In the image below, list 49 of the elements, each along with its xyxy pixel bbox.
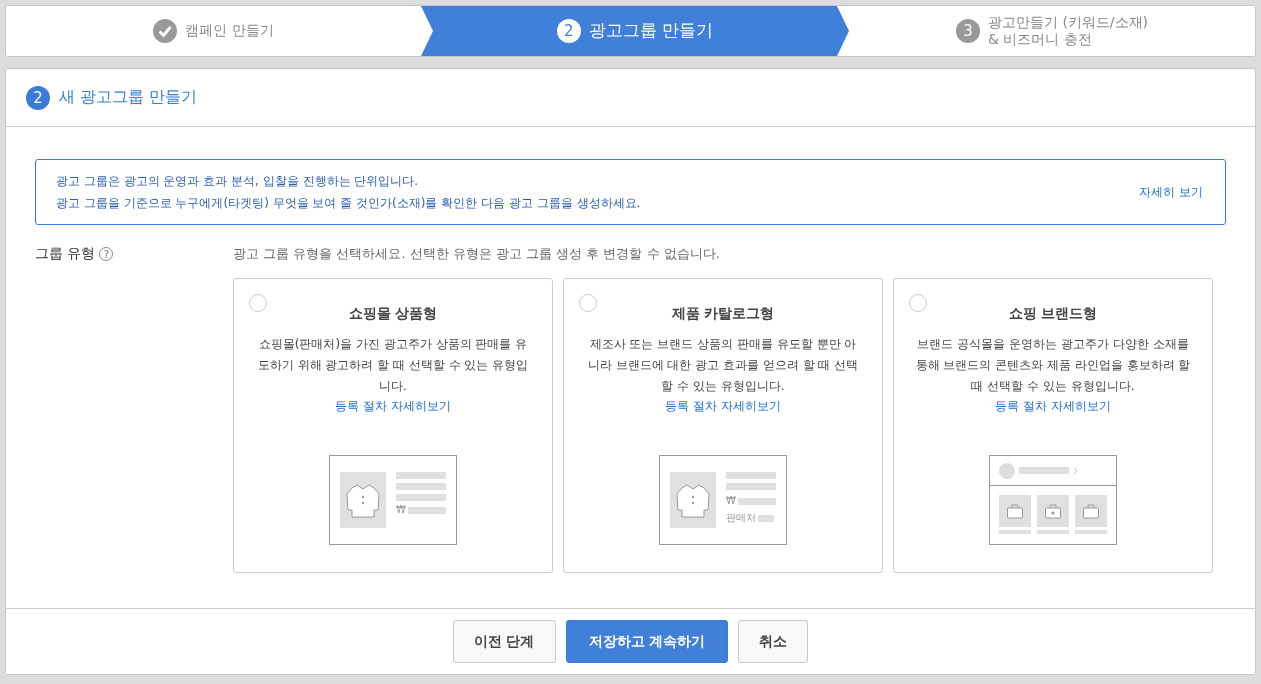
seller-placeholder (758, 514, 774, 522)
step-number: 2 (556, 19, 581, 43)
radio-button[interactable] (579, 294, 597, 312)
step-label: 광고그룹 만들기 (588, 20, 714, 42)
step-label: 캠페인 만들기 (185, 22, 274, 40)
text-line-placeholder (726, 472, 776, 479)
chevron-right-icon (1073, 466, 1078, 475)
card-title: 쇼핑몰 상품형 (348, 305, 438, 323)
bag-icon (1006, 503, 1024, 519)
group-type-card[interactable]: 쇼핑몰 상품형 쇼핑몰(판매처)을 가진 광고주가 상품의 판매를 유도하기 위해 광고하려 할 때 선택할 수 있는 유형입니다. 등록 절차 자세히보기 ₩ (233, 278, 553, 573)
price-placeholder (737, 497, 776, 505)
text-line-placeholder (1019, 467, 1069, 474)
card-description: 쇼핑몰(판매처)을 가진 광고주가 상품의 판매를 유도하기 위해 광고하려 할 때 선택할 수 있는 유형입니다. (256, 336, 530, 395)
procedure-link[interactable]: 등록 절차 자세히보기 (995, 398, 1111, 415)
group-type-card[interactable]: 제품 카탈로그형 제조사 또는 브랜드 상품의 판매를 유도할 뿐만 아니라 브랜드에 대한 광고 효과를 얻으려 할 때 선택할 수 있는 유형입니다. 등록 절차 자세히보기 ₩ 판매처 (563, 278, 883, 573)
text-line-placeholder (396, 494, 446, 501)
secondary-button[interactable]: 취소 (738, 620, 809, 663)
instruction-text: 광고 그룹 유형을 선택하세요. 선택한 유형은 광고 그룹 생성 후 변경할 수 없습니다. (233, 245, 721, 263)
field-label: 그룹 유형 (35, 245, 96, 263)
shirt-icon (676, 482, 710, 518)
card-title: 제품 카탈로그형 (671, 305, 775, 323)
procedure-link[interactable]: 등록 절차 자세히보기 (665, 398, 781, 415)
secondary-button[interactable]: 이전 단계 (452, 620, 556, 663)
bag-icon (1082, 503, 1100, 519)
price-placeholder (407, 506, 446, 514)
card-title: 쇼핑 브랜드형 (1008, 305, 1098, 323)
details-link[interactable]: 자세히 보기 (1139, 183, 1203, 201)
step-label: 광고만들기 (키워드/소재) & 비즈머니 충전 (987, 13, 1149, 49)
shirt-icon (346, 482, 380, 518)
group-type-card[interactable]: 쇼핑 브랜드형 브랜드 공식몰을 운영하는 광고주가 다양한 소재를 통해 브랜드의 콘텐츠와 제품 라인업을 홍보하려 할 때 선택할 수 있는 유형입니다. 등록 절차 자세히보기 (893, 278, 1213, 573)
avatar-circle (999, 462, 1015, 479)
text-line-placeholder (396, 483, 446, 490)
save-continue-button[interactable]: 저장하고 계속하기 (565, 620, 729, 663)
notice-text: 광고 그룹은 광고의 운영과 효과 분석, 입찰을 진행하는 단위입니다. (56, 172, 420, 190)
card-description: 브랜드 공식몰을 운영하는 광고주가 다양한 소재를 통해 브랜드의 콘텐츠와 제품 라인업을 홍보하려 할 때 선택할 수 있는 유형입니다. (914, 336, 1192, 395)
bag-with-star-icon (1044, 503, 1062, 519)
notice-text: 광고 그룹을 기준으로 누구에게(타겟팅) 무엇을 보여 줄 것인가(소재)를 확인한 다음 광고 그룹을 생성하세요. (56, 194, 641, 212)
step-number: 2 (26, 85, 50, 110)
text-line-placeholder (396, 472, 446, 479)
seller-label: 판매처 (726, 513, 756, 523)
procedure-link[interactable]: 등록 절차 자세히보기 (335, 398, 451, 415)
radio-button[interactable] (249, 294, 267, 312)
text-line-placeholder (726, 483, 776, 490)
currency-mark: ₩ (726, 496, 736, 506)
radio-button[interactable] (909, 294, 927, 312)
panel-title: 새 광고그룹 만들기 (59, 87, 198, 108)
currency-mark: ₩ (396, 505, 406, 515)
card-description: 제조사 또는 브랜드 상품의 판매를 유도할 뿐만 아니라 브랜드에 대한 광고 효과를 얻으려 할 때 선택할 수 있는 유형입니다. (586, 336, 860, 395)
step-number: 3 (955, 19, 980, 43)
